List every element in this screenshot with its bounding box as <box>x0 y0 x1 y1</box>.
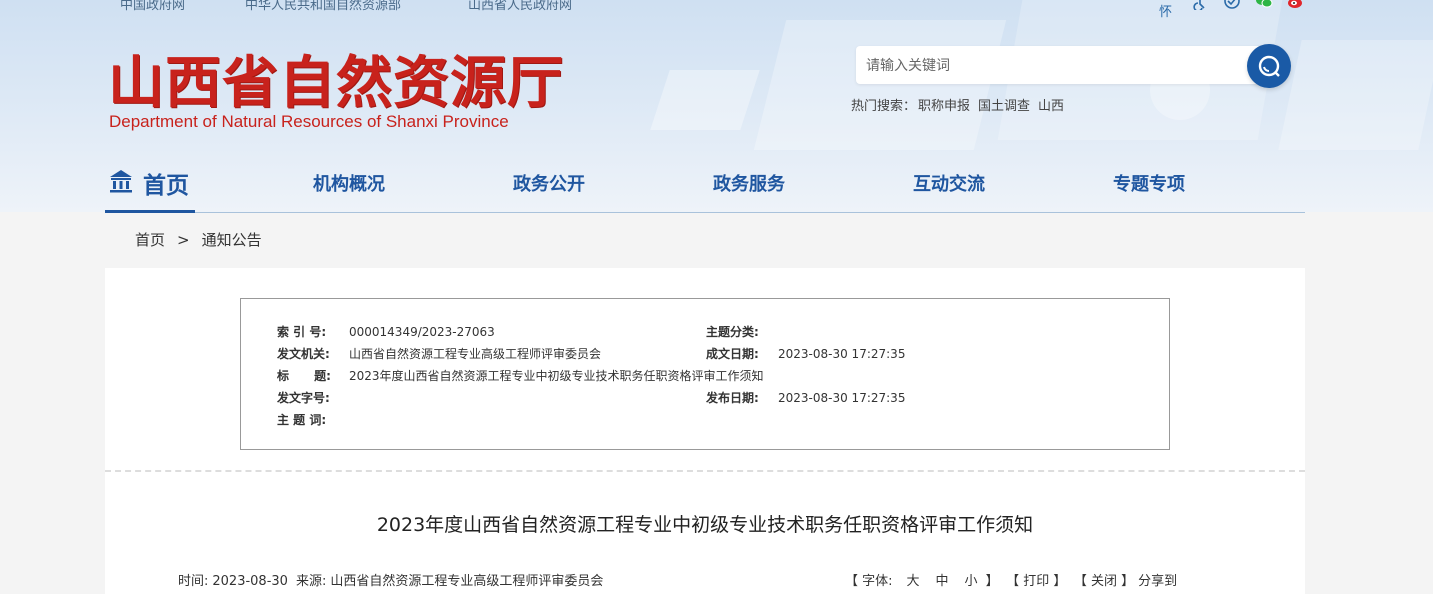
meta-title: 标 题: 2023年度山西省自然资源工程专业中初级专业技术职务任职资格评审工作须知 <box>277 367 764 384</box>
meta-value: 2023年度山西省自然资源工程专业中初级专业技术职务任职资格评审工作须知 <box>349 369 764 383</box>
breadcrumb: 首页 > 通知公告 <box>135 229 262 250</box>
meta-publish-date: 发布日期: 2023-08-30 17:27:35 <box>706 389 905 406</box>
meta-key: 标 题: <box>277 369 331 383</box>
search-box <box>856 46 1276 84</box>
article-title: 2023年度山西省自然资源工程专业中初级专业技术职务任职资格评审工作须知 <box>376 514 1034 536</box>
breadcrumb-home[interactable]: 首页 <box>135 231 165 249</box>
hot-term-land-survey[interactable]: 国土调查 <box>978 99 1030 114</box>
hot-term-shanxi[interactable]: 山西 <box>1038 99 1064 114</box>
hot-search-label: 热门搜索： <box>851 99 917 114</box>
nav-home[interactable]: 首页 <box>105 160 195 213</box>
nav-home-label: 首页 <box>143 173 189 199</box>
care-mode-link[interactable]: 关怀 <box>1159 0 1177 20</box>
meta-key: 发文字号: <box>277 391 330 405</box>
nav-item-government-affairs[interactable]: 政务公开 <box>513 170 585 196</box>
font-size-close: 】 <box>985 574 999 589</box>
building-icon <box>110 170 132 193</box>
dashed-divider <box>105 470 1305 472</box>
meta-key: 发布日期: <box>706 391 759 405</box>
meta-key: 主 题 词: <box>277 413 327 427</box>
nav-item-services[interactable]: 政务服务 <box>713 170 785 196</box>
font-small-button[interactable]: 小 <box>965 574 978 589</box>
search-input[interactable] <box>866 55 1236 77</box>
top-link-mnr[interactable]: 中华人民共和国自然资源部 <box>245 0 401 13</box>
meta-value: 000014349/2023-27063 <box>349 325 495 339</box>
nav-item-topics[interactable]: 专题专项 <box>1113 170 1185 196</box>
site-logo-english: Department of Natural Resources of Shanx… <box>109 112 509 131</box>
breadcrumb-separator: > <box>177 231 190 249</box>
meta-written-date: 成文日期: 2023-08-30 17:27:35 <box>706 345 905 362</box>
search-icon <box>1258 55 1280 77</box>
site-logo[interactable]: 山西省自然资源厅 <box>108 38 564 119</box>
mobile-icon[interactable] <box>1223 0 1241 10</box>
document-metadata: 索 引 号: 000014349/2023-27063 主题分类: 发文机关: 山西… <box>240 298 1170 450</box>
nav-item-interaction[interactable]: 互动交流 <box>913 170 985 196</box>
article-source: 山西省自然资源工程专业高级工程师评审委员会 <box>330 574 604 589</box>
main-nav: 首页 机构概况 政务公开 政务服务 互动交流 专题专项 <box>105 160 1305 213</box>
share-label: 分享到 <box>1138 574 1178 589</box>
banner-decoration <box>650 70 760 130</box>
meta-key: 主题分类: <box>706 325 759 339</box>
meta-key: 成文日期: <box>706 347 759 361</box>
meta-index: 索 引 号: 000014349/2023-27063 <box>277 323 495 340</box>
meta-key: 索 引 号: <box>277 325 327 339</box>
hot-search: 热门搜索： 职称申报 国土调查 山西 <box>851 95 1072 114</box>
print-button[interactable]: 【 打印 】 <box>1013 574 1067 589</box>
top-icons: 关怀 <box>1159 0 1305 20</box>
meta-topic: 主题分类: <box>706 323 778 340</box>
hot-term-title-declaration[interactable]: 职称申报 <box>918 99 970 114</box>
accessibility-icon[interactable] <box>1191 0 1209 10</box>
nav-item-organization[interactable]: 机构概况 <box>313 170 385 196</box>
source-label: 来源: <box>295 574 327 589</box>
meta-issuer: 发文机关: 山西省自然资源工程专业高级工程师评审委员会 <box>277 345 601 362</box>
wechat-icon[interactable] <box>1255 0 1273 10</box>
font-size-label: 【 字体: <box>845 574 893 589</box>
banner-decoration <box>753 20 1007 150</box>
banner-decoration <box>1278 40 1433 150</box>
meta-value: 山西省自然资源工程专业高级工程师评审委员会 <box>349 347 602 361</box>
article-tools: 【 字体: 大 中 小】【 打印 】【 关闭 】分享到 <box>845 570 1183 589</box>
font-medium-button[interactable]: 中 <box>936 574 949 589</box>
weibo-icon[interactable] <box>1287 0 1305 10</box>
meta-value: 2023-08-30 17:27:35 <box>778 391 906 405</box>
close-button[interactable]: 【 关闭 】 <box>1080 574 1134 589</box>
content-panel: 索 引 号: 000014349/2023-27063 主题分类: 发文机关: 山西… <box>105 268 1305 594</box>
time-label: 时间: <box>178 574 209 589</box>
meta-keywords: 主 题 词: <box>277 411 349 428</box>
top-link-shanxi[interactable]: 山西省人民政府网 <box>468 0 572 13</box>
article-time: 2023-08-30 <box>212 574 288 589</box>
meta-key: 发文机关: <box>277 347 330 361</box>
top-link-gov[interactable]: 中国政府网 <box>120 0 185 13</box>
font-large-button[interactable]: 大 <box>907 574 920 589</box>
breadcrumb-current[interactable]: 通知公告 <box>202 231 262 249</box>
search-button[interactable] <box>1247 44 1291 88</box>
meta-doc-number: 发文字号: <box>277 389 349 406</box>
meta-value: 2023-08-30 17:27:35 <box>778 347 906 361</box>
article-info: 时间: 2023-08-30 来源: 山西省自然资源工程专业高级工程师评审委员会 <box>178 570 611 589</box>
